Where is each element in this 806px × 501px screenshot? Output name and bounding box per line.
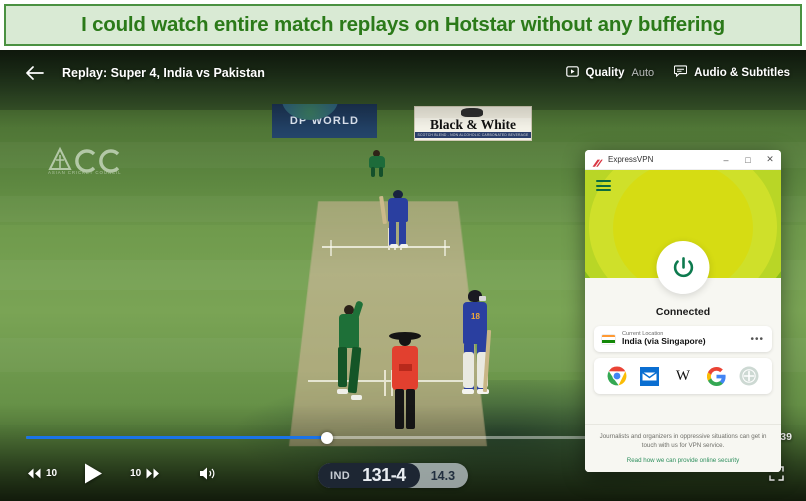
vpn-footer-text: Journalists and organizers in oppressive… [599, 433, 767, 450]
expressvpn-logo-icon [592, 155, 603, 167]
back-arrow-icon[interactable] [24, 62, 46, 84]
minimize-button[interactable]: – [715, 150, 737, 169]
subtitles-icon [674, 64, 688, 82]
rewind-10-button[interactable]: 10 [26, 467, 57, 480]
vpn-footer-link[interactable]: Read how we can provide online security [595, 457, 771, 464]
vpn-title-bar[interactable]: ExpressVPN – □ ✕ [585, 150, 781, 170]
audio-subtitles-button[interactable]: Audio & Subtitles [674, 64, 790, 82]
hamburger-menu-icon[interactable] [596, 180, 611, 191]
shortcuts-bar: W [594, 358, 772, 394]
google-icon[interactable] [706, 366, 727, 387]
player-top-bar: Replay: Super 4, India vs Pakistan Quali… [0, 50, 806, 96]
acc-logo-subtitle: ASIAN CRICKET COUNCIL [48, 170, 122, 175]
caption-banner: I could watch entire match replays on Ho… [4, 4, 802, 46]
location-text: Current Location India (via Singapore) [622, 331, 706, 347]
quality-icon [565, 64, 579, 82]
wikipedia-icon[interactable]: W [672, 366, 693, 387]
chrome-icon[interactable] [606, 366, 627, 387]
play-button[interactable] [83, 462, 104, 485]
vpn-app-name: ExpressVPN [608, 155, 654, 164]
play-icon [85, 463, 103, 483]
vpn-footer: Journalists and organizers in oppressive… [585, 424, 781, 472]
score-overs: 14.3 [430, 468, 456, 483]
close-button[interactable]: ✕ [759, 150, 781, 169]
power-button[interactable] [656, 241, 710, 294]
video-player[interactable]: DP WORLD Black & White SCOTCH BLEND - NO… [0, 50, 806, 501]
rewind-10-icon [28, 468, 41, 478]
score-pill: IND 131-4 [318, 463, 420, 488]
maximize-button[interactable]: □ [737, 150, 759, 169]
score-badge: IND 131-4 14.3 [318, 463, 469, 488]
return-crease [444, 240, 446, 256]
forward-10-icon [146, 468, 160, 478]
current-location-card[interactable]: Current Location India (via Singapore) •… [594, 326, 772, 352]
vpn-body: Connected Current Location India (via Si… [585, 241, 781, 472]
audio-subtitles-label: Audio & Subtitles [694, 67, 790, 79]
vpn-window-buttons: – □ ✕ [715, 150, 781, 169]
return-crease [330, 240, 332, 256]
rewind-seconds: 10 [46, 467, 58, 479]
expressvpn-window[interactable]: ExpressVPN – □ ✕ Connected Current Locat… [585, 150, 781, 472]
video-title: Replay: Super 4, India vs Pakistan [62, 66, 265, 80]
india-flag-icon [602, 334, 615, 344]
quality-label: Quality [585, 67, 625, 79]
player-top-right-controls: Quality Auto Audio & Subtitles [565, 64, 790, 82]
more-options-icon[interactable]: ••• [750, 334, 764, 345]
quality-value: Auto [631, 67, 655, 79]
mail-icon[interactable] [639, 366, 660, 387]
power-icon [673, 256, 693, 277]
volume-button[interactable] [199, 466, 216, 481]
bowler [335, 300, 365, 410]
progress-scrubber[interactable] [321, 431, 334, 444]
caption-text: I could watch entire match replays on Ho… [81, 13, 725, 36]
score-runs: 131-4 [362, 465, 406, 485]
batsman-non-striker: 18 [459, 290, 493, 408]
batsman-striker [379, 190, 411, 250]
score-team: IND [330, 469, 351, 482]
forward-seconds: 10 [130, 467, 142, 479]
ad-bw-tagline: SCOTCH BLEND - NON ALCOHOLIC CARBONATED … [415, 132, 531, 138]
location-value: India (via Singapore) [622, 336, 706, 347]
quality-button[interactable]: Quality Auto [565, 64, 655, 82]
acc-logo: ASIAN CRICKET COUNCIL [46, 145, 142, 179]
add-shortcut-icon[interactable] [739, 366, 760, 387]
fielder [366, 150, 388, 178]
connection-status: Connected [655, 306, 711, 318]
forward-10-button[interactable]: 10 [130, 467, 161, 480]
progress-fill [26, 436, 328, 439]
volume-icon [200, 467, 215, 479]
